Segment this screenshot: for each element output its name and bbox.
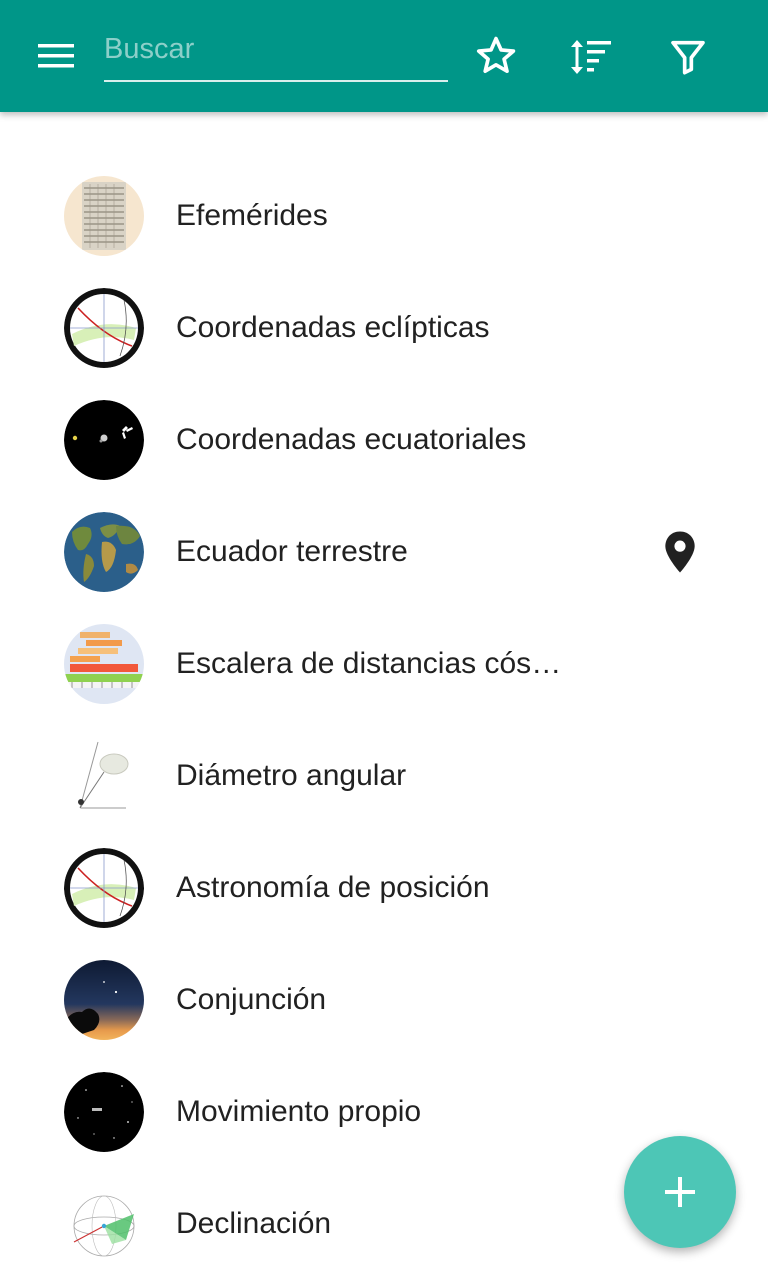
starfield-thumbnail [64, 1072, 144, 1152]
menu-button[interactable] [22, 30, 90, 82]
list-item-label: Movimiento propio [176, 1095, 422, 1128]
sort-icon [571, 40, 611, 74]
topic-list: Efemérides Coordenadas eclípticas Coorde… [0, 160, 768, 1280]
list-item-escalera-distancias[interactable]: Escalera de distancias cósmicas [0, 608, 768, 720]
filter-button[interactable] [660, 28, 716, 84]
list-item-label: Escalera de distancias cósmicas [176, 647, 576, 680]
list-item-label: Conjunción [176, 983, 327, 1016]
list-item-ecuador-terrestre[interactable]: Ecuador terrestre [0, 496, 768, 608]
declination-sphere-thumbnail [64, 1184, 144, 1264]
list-item-label: Diámetro angular [176, 759, 407, 792]
list-item-efemerides[interactable]: Efemérides [0, 160, 768, 272]
plus-icon [665, 1177, 695, 1207]
list-item-coordenadas-ecuatoriales[interactable]: Coordenadas ecuatoriales [0, 384, 768, 496]
list-item-label: Astronomía de posición [176, 871, 490, 904]
list-item-label: Ecuador terrestre [176, 535, 408, 568]
distance-ladder-thumbnail [64, 624, 144, 704]
ephemeris-thumbnail [64, 176, 144, 256]
sort-button[interactable] [563, 28, 619, 84]
world-map-thumbnail [64, 512, 144, 592]
menu-icon [38, 44, 74, 68]
search-input[interactable] [104, 22, 448, 76]
starfield-thumbnail [64, 400, 144, 480]
list-item-coordenadas-eclipticas[interactable]: Coordenadas eclípticas [0, 272, 768, 384]
list-item-label: Coordenadas ecuatoriales [176, 423, 527, 456]
celestial-sphere-thumbnail [64, 288, 144, 368]
celestial-sphere-thumbnail [64, 848, 144, 928]
list-item-label: Efemérides [176, 199, 328, 232]
list-item-label: Declinación [176, 1207, 332, 1240]
list-item-label: Coordenadas eclípticas [176, 311, 490, 344]
location-pin-icon [665, 531, 695, 573]
list-item-diametro-angular[interactable]: Diámetro angular [0, 720, 768, 832]
list-item-astronomia-posicion[interactable]: Astronomía de posición [0, 832, 768, 944]
list-item-conjuncion[interactable]: Conjunción [0, 944, 768, 1056]
favorites-button[interactable] [468, 28, 524, 84]
angular-diameter-thumbnail [64, 736, 144, 816]
search-field [104, 22, 448, 82]
star-outline-icon [476, 36, 516, 74]
filter-icon [671, 40, 705, 75]
add-button[interactable] [624, 1136, 736, 1248]
twilight-sky-thumbnail [64, 960, 144, 1040]
app-bar [0, 0, 768, 112]
